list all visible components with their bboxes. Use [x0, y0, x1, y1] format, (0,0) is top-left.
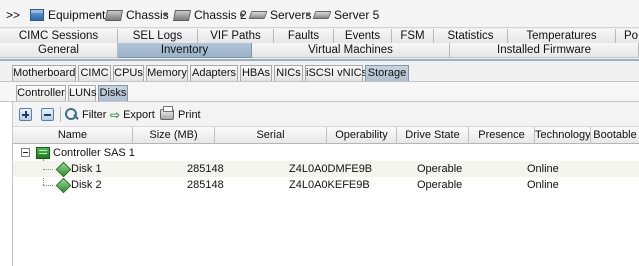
print-icon	[160, 106, 174, 120]
chevron-right-icon: ▸	[306, 9, 311, 19]
tree-branch-line	[43, 185, 53, 186]
print-label: Print	[178, 108, 201, 121]
equipment-icon	[30, 9, 44, 21]
cell-name: Disk 1	[71, 163, 102, 175]
filter-icon	[65, 108, 79, 121]
cell-serial: Z4L0A0KEFE9B	[289, 179, 370, 191]
expand-all-button[interactable]	[19, 107, 32, 122]
table-row-controller[interactable]: Controller SAS 1	[13, 145, 639, 161]
cell-presence: Online	[527, 163, 559, 175]
tab-inventory[interactable]: Inventory	[118, 43, 252, 58]
toolbar: Filter ⇨ Export Print	[12, 102, 639, 127]
tab-faults[interactable]: Faults	[274, 29, 334, 44]
tab-nics[interactable]: NICs	[274, 65, 303, 81]
export-arrow-icon: ⇨	[110, 107, 121, 122]
tab-storage[interactable]: Storage	[365, 65, 409, 81]
chassis-icon	[105, 9, 123, 21]
breadcrumb: >> Equipment ▸ Chassis ▸ Chassis 2 ▸ Ser…	[0, 0, 639, 28]
tab-statistics[interactable]: Statistics	[434, 29, 508, 44]
breadcrumb-item-server-5[interactable]: Server 5	[312, 7, 380, 23]
tab-motherboard[interactable]: Motherboard	[12, 65, 76, 81]
breadcrumb-label: Chassis	[126, 8, 169, 22]
chevron-right-icon: ▸	[240, 9, 245, 19]
cell-presence: Online	[527, 179, 559, 191]
storage-tabs: Controller LUNs Disks	[0, 82, 639, 102]
tab-power[interactable]: Po	[616, 29, 639, 44]
column-header-operability[interactable]: Operability	[327, 127, 397, 144]
tab-fsm[interactable]: FSM	[392, 29, 434, 44]
breadcrumb-label: Server 5	[334, 8, 380, 22]
tab-memory[interactable]: Memory	[146, 65, 188, 81]
chevron-right-icon: ▸	[96, 9, 101, 19]
tab-cimc[interactable]: CIMC	[78, 65, 111, 81]
minus-icon	[41, 108, 54, 121]
tab-vif-paths[interactable]: VIF Paths	[198, 29, 274, 44]
tab-disks[interactable]: Disks	[98, 85, 128, 101]
tab-hbas[interactable]: HBAs	[240, 65, 272, 81]
toolbar-separator	[60, 107, 61, 122]
tab-adapters[interactable]: Adapters	[190, 65, 238, 81]
tab-cpus[interactable]: CPUs	[113, 65, 144, 81]
tab-installed-firmware[interactable]: Installed Firmware	[450, 43, 639, 58]
disk-icon	[55, 177, 72, 194]
column-header-technology[interactable]: Technology	[535, 127, 591, 144]
export-label: Export	[123, 108, 155, 121]
tab-controller[interactable]: Controller	[16, 85, 66, 101]
inventory-tabs: Motherboard CIMC CPUs Memory Adapters HB…	[0, 61, 639, 82]
cell-size: 285148	[187, 163, 224, 175]
table-row[interactable]: Disk 2 285148 Z4L0A0KEFE9B Operable Onli…	[13, 177, 639, 194]
filter-button[interactable]: Filter	[65, 107, 106, 122]
chassis-icon	[173, 9, 191, 21]
table-header: Name Size (MB) Serial Operability Drive …	[13, 127, 639, 144]
cell-serial: Z4L0A0DMFE9B	[289, 163, 373, 175]
disks-table: Name Size (MB) Serial Operability Drive …	[12, 127, 639, 266]
cell-operability: Operable	[417, 163, 463, 175]
column-header-bootable[interactable]: Bootable	[591, 127, 639, 144]
plus-icon	[19, 108, 32, 121]
tab-virtual-machines[interactable]: Virtual Machines	[252, 43, 450, 58]
print-button[interactable]: Print	[160, 106, 201, 122]
tab-iscsi-vnics[interactable]: iSCSI vNICs	[305, 65, 367, 81]
tab-events[interactable]: Events	[334, 29, 392, 44]
controller-name: Controller SAS 1	[53, 147, 135, 159]
collapse-all-button[interactable]	[41, 107, 54, 122]
breadcrumb-label: Chassis 2	[194, 8, 247, 22]
tab-luns[interactable]: LUNs	[68, 85, 97, 101]
cell-operability: Operable	[417, 179, 463, 191]
column-header-drive-state[interactable]: Drive State	[397, 127, 469, 144]
column-header-size[interactable]: Size (MB)	[133, 127, 215, 144]
breadcrumb-prefix[interactable]: >>	[6, 7, 20, 23]
breadcrumb-item-servers[interactable]: Servers	[248, 7, 311, 23]
filter-label: Filter	[82, 108, 107, 121]
tab-temperatures[interactable]: Temperatures	[508, 29, 616, 44]
collapse-tree-icon[interactable]	[21, 148, 30, 157]
column-header-name[interactable]: Name	[13, 127, 133, 144]
server-icon	[312, 11, 332, 19]
column-header-serial[interactable]: Serial	[215, 127, 327, 144]
tree-branch-line	[43, 169, 53, 170]
cell-name: Disk 2	[71, 179, 102, 191]
tab-cimc-sessions[interactable]: CIMC Sessions	[0, 29, 118, 44]
chevron-right-icon: ▸	[164, 9, 169, 19]
breadcrumb-item-chassis-2[interactable]: Chassis 2	[173, 7, 247, 23]
disk-icon	[55, 161, 72, 178]
table-row[interactable]: Disk 1 285148 Z4L0A0DMFE9B Operable Onli…	[13, 161, 639, 178]
export-button[interactable]: ⇨ Export	[110, 107, 155, 122]
breadcrumb-item-equipment[interactable]: Equipment	[30, 7, 105, 23]
controller-icon	[36, 147, 50, 159]
tab-general[interactable]: General	[0, 43, 118, 58]
servers-icon	[248, 11, 268, 19]
cell-size: 285148	[187, 179, 224, 191]
server-tabs: CIMC Sessions SEL Logs VIF Paths Faults …	[0, 28, 639, 60]
tab-sel-logs[interactable]: SEL Logs	[118, 29, 198, 44]
breadcrumb-item-chassis[interactable]: Chassis	[105, 7, 169, 23]
column-header-presence[interactable]: Presence	[469, 127, 535, 144]
